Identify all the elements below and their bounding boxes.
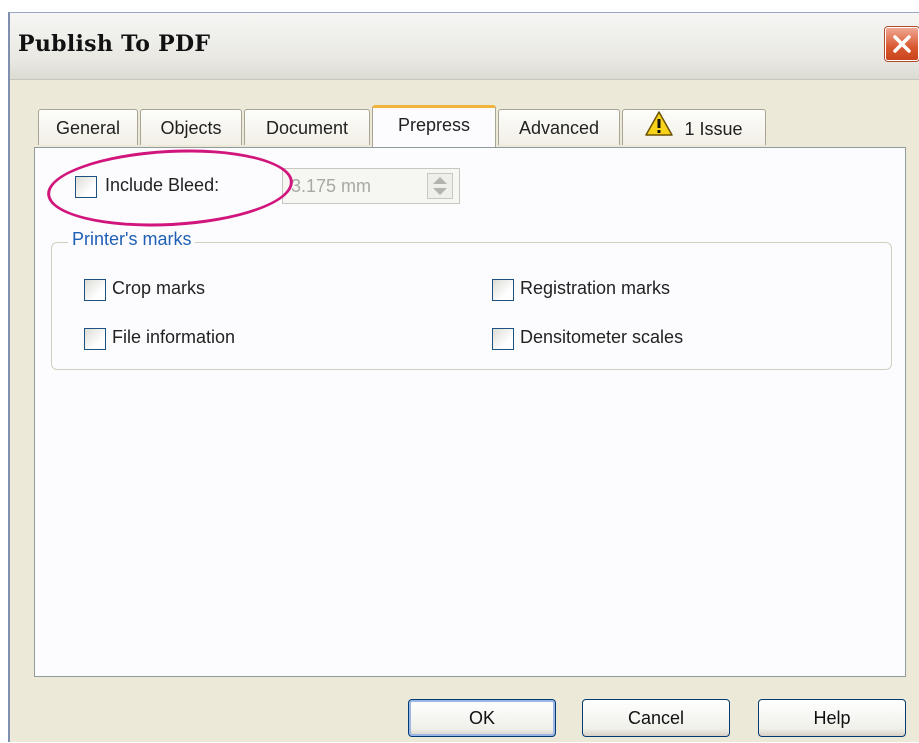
spin-up-icon [433, 177, 447, 184]
tab-prepress[interactable]: Prepress [372, 105, 496, 147]
printers-marks-title: Printer's marks [68, 229, 196, 250]
tab-document-label: Document [265, 117, 349, 138]
densitometer-scales-label: Densitometer scales [520, 327, 684, 347]
title-bar: Publish To PDF [10, 13, 919, 80]
crop-marks-checkbox[interactable] [84, 279, 106, 301]
close-x-icon [893, 35, 911, 53]
densitometer-scales-checkbox[interactable] [492, 328, 514, 350]
tab-general[interactable]: General [38, 109, 138, 145]
close-button[interactable] [885, 27, 919, 61]
tab-advanced[interactable]: Advanced [498, 109, 620, 145]
file-information-checkbox[interactable] [84, 328, 106, 350]
registration-marks-label: Registration marks [520, 278, 671, 298]
tab-objects-label: Objects [160, 117, 222, 138]
tab-strip: General Objects Document Prepress Advanc… [10, 79, 919, 149]
bleed-spinner[interactable] [427, 173, 453, 199]
dialog-button-bar: OK Cancel Help [10, 677, 919, 743]
publish-to-pdf-dialog: Publish To PDF General Objects Document … [8, 12, 919, 742]
prepress-panel: Include Bleed: 3.175 mm Printer's marks … [34, 143, 906, 677]
cancel-button[interactable]: Cancel [582, 699, 730, 737]
tab-advanced-label: Advanced [518, 117, 600, 138]
crop-marks-label: Crop marks [112, 278, 206, 298]
warning-icon [645, 111, 674, 142]
tab-issues[interactable]: 1 Issue [622, 109, 766, 145]
highlight-circle-annotation [45, 143, 295, 233]
tab-issues-label: 1 Issue [684, 119, 743, 139]
tab-prepress-label: Prepress [397, 114, 471, 135]
tab-general-label: General [55, 117, 121, 138]
file-information-label: File information [112, 327, 236, 347]
bleed-amount-value: 3.175 mm [291, 176, 372, 196]
registration-marks-checkbox[interactable] [492, 279, 514, 301]
help-button[interactable]: Help [758, 699, 906, 737]
dialog-title: Publish To PDF [18, 31, 211, 57]
tab-objects[interactable]: Objects [140, 109, 242, 145]
printers-marks-group: Printer's marks Crop marks File informat… [51, 229, 892, 370]
spin-down-icon [433, 188, 447, 195]
ok-button[interactable]: OK [408, 699, 556, 737]
tab-document[interactable]: Document [244, 109, 370, 145]
bleed-amount-field[interactable]: 3.175 mm [282, 168, 460, 204]
